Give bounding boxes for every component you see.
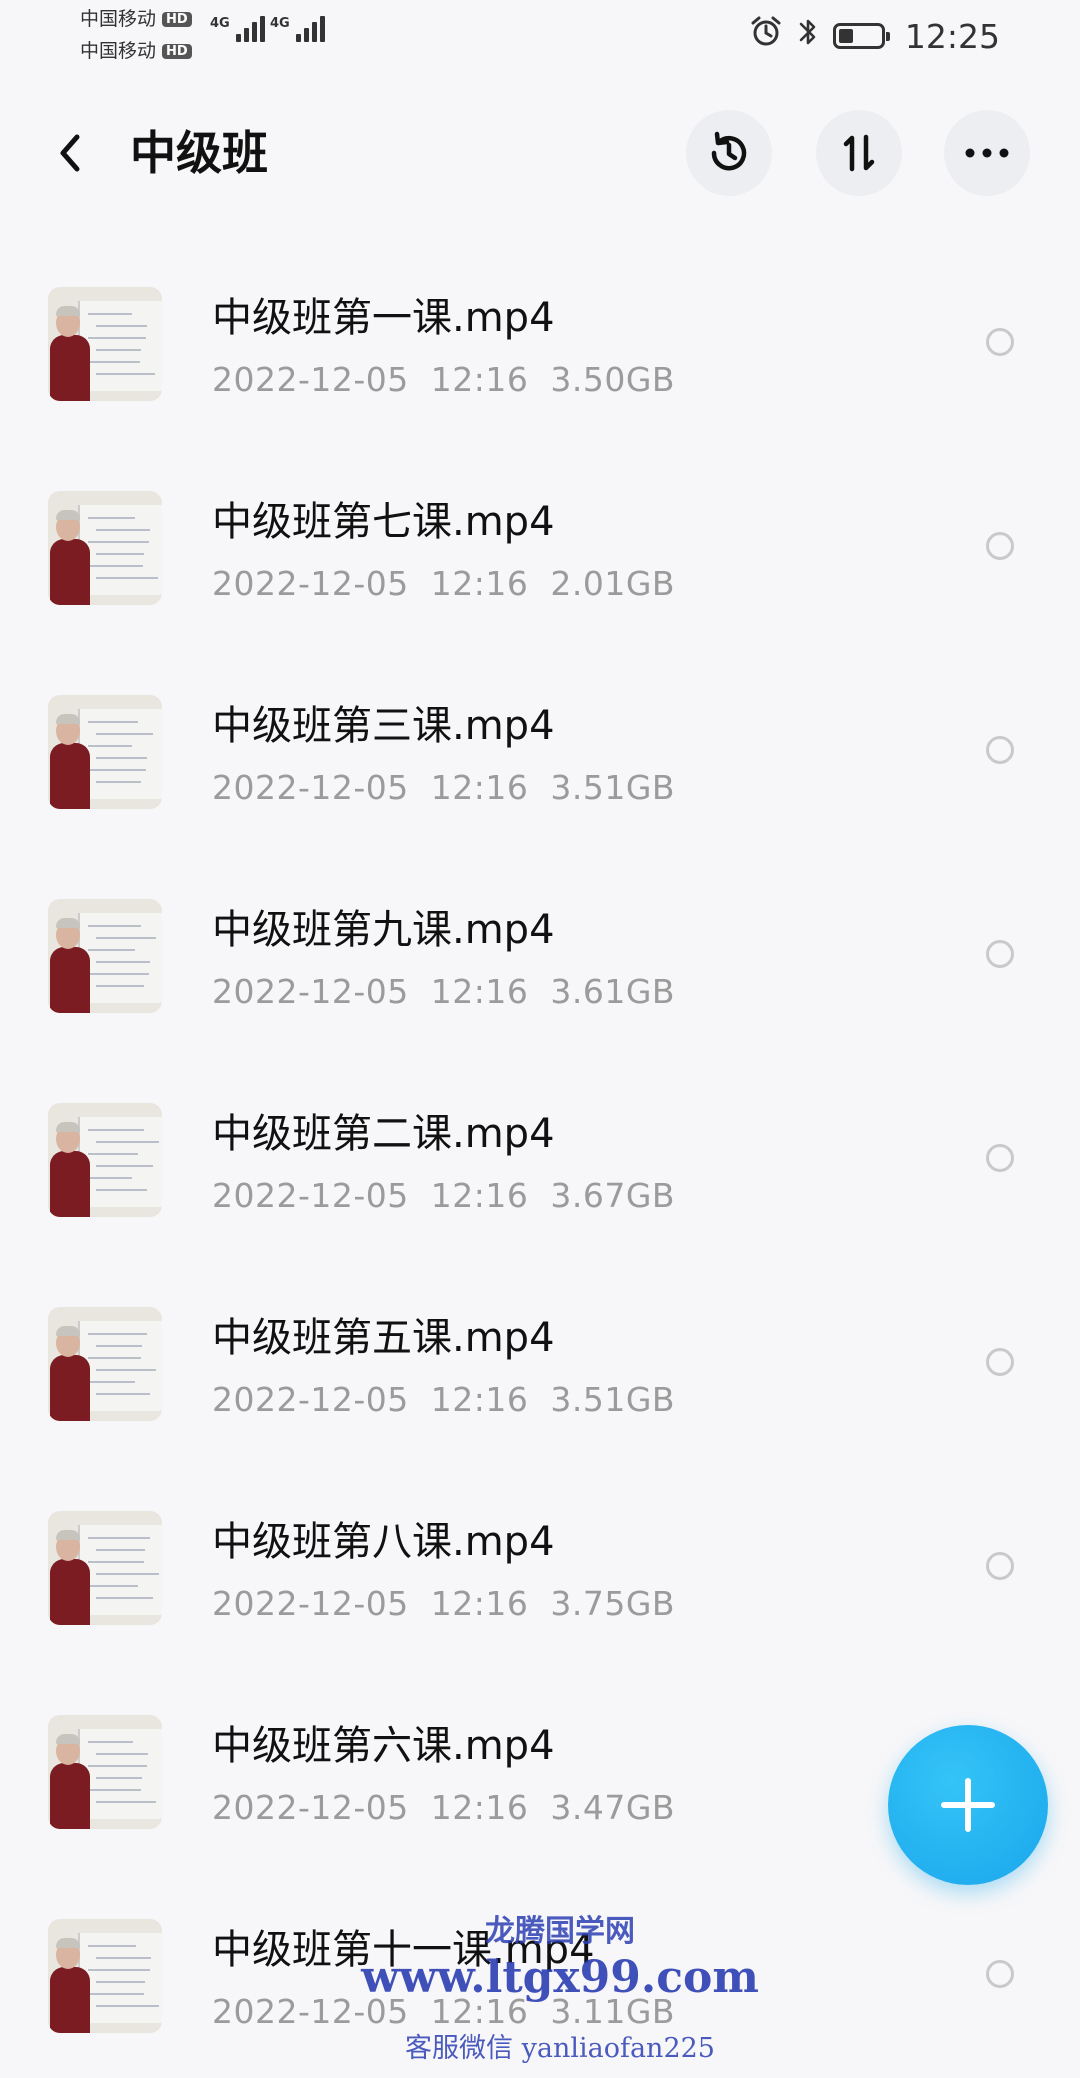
file-date: 2022-12-05 (212, 768, 409, 807)
video-thumbnail (48, 1919, 162, 2033)
file-row[interactable]: 中级班第五课.mp4 2022-12-05 12:16 3.51GB (0, 1262, 1080, 1466)
file-meta: 2022-12-05 12:16 3.75GB (212, 1582, 675, 1626)
file-meta: 2022-12-05 12:16 3.47GB (212, 1786, 675, 1830)
app-header: 中级班 (0, 100, 1080, 210)
file-meta: 2022-12-05 12:16 3.67GB (212, 1174, 675, 1218)
file-name: 中级班第三课.mp4 (212, 703, 555, 749)
clock: 12:25 (904, 16, 1000, 56)
file-time: 12:16 (430, 1584, 529, 1623)
file-name: 中级班第五课.mp4 (212, 1315, 555, 1361)
page-title: 中级班 (130, 126, 268, 180)
file-name: 中级班第八课.mp4 (212, 1519, 555, 1565)
file-meta: 2022-12-05 12:16 3.61GB (212, 970, 675, 1014)
file-time: 12:16 (430, 1992, 529, 2031)
carrier-1-label: 中国移动 (80, 8, 157, 30)
file-time: 12:16 (430, 768, 529, 807)
file-time: 12:16 (430, 1788, 529, 1827)
hd-badge-1: HD (162, 12, 192, 27)
file-size: 3.51GB (550, 768, 676, 807)
file-row[interactable]: 中级班第三课.mp4 2022-12-05 12:16 3.51GB (0, 650, 1080, 854)
file-row[interactable]: 中级班第十一课.mp4 2022-12-05 12:16 3.11GB (0, 1874, 1080, 2078)
signal-2-icon: 4G (270, 16, 325, 42)
history-button[interactable] (686, 110, 772, 196)
carrier-2: 中国移动 HD (80, 42, 192, 61)
file-name: 中级班第九课.mp4 (212, 907, 555, 953)
file-size: 3.61GB (550, 972, 676, 1011)
file-name: 中级班第二课.mp4 (212, 1111, 555, 1157)
file-meta: 2022-12-05 12:16 3.51GB (212, 766, 675, 810)
bluetooth-icon (797, 15, 819, 57)
history-icon (711, 131, 747, 171)
sort-button[interactable] (816, 110, 902, 196)
file-size: 3.51GB (550, 1380, 676, 1419)
sort-icon (843, 134, 875, 172)
file-size: 3.75GB (550, 1584, 676, 1623)
video-thumbnail (48, 1715, 162, 1829)
network-type-2: 4G (270, 16, 290, 31)
video-thumbnail (48, 491, 162, 605)
add-button[interactable] (888, 1725, 1048, 1885)
more-button[interactable] (944, 110, 1030, 196)
alarm-icon (749, 15, 783, 57)
file-time: 12:16 (430, 360, 529, 399)
file-size: 3.67GB (550, 1176, 676, 1215)
video-thumbnail (48, 695, 162, 809)
file-time: 12:16 (430, 564, 529, 603)
file-date: 2022-12-05 (212, 1380, 409, 1419)
file-time: 12:16 (430, 1176, 529, 1215)
file-meta: 2022-12-05 12:16 2.01GB (212, 562, 675, 606)
file-size: 2.01GB (550, 564, 676, 603)
chevron-left-icon (60, 134, 80, 172)
file-size: 3.50GB (550, 360, 676, 399)
status-bar: 中国移动 HD 中国移动 HD 4G 4G 12:25 (0, 0, 1080, 70)
file-meta: 2022-12-05 12:16 3.11GB (212, 1990, 675, 2034)
file-time: 12:16 (430, 972, 529, 1011)
video-thumbnail (48, 1103, 162, 1217)
video-thumbnail (48, 899, 162, 1013)
file-row[interactable]: 中级班第七课.mp4 2022-12-05 12:16 2.01GB (0, 446, 1080, 650)
file-row[interactable]: 中级班第二课.mp4 2022-12-05 12:16 3.67GB (0, 1058, 1080, 1262)
select-checkbox[interactable] (986, 1144, 1014, 1172)
select-checkbox[interactable] (986, 328, 1014, 356)
file-row[interactable]: 中级班第九课.mp4 2022-12-05 12:16 3.61GB (0, 854, 1080, 1058)
file-date: 2022-12-05 (212, 1788, 409, 1827)
video-thumbnail (48, 1511, 162, 1625)
file-meta: 2022-12-05 12:16 3.51GB (212, 1378, 675, 1422)
file-date: 2022-12-05 (212, 564, 409, 603)
file-row[interactable]: 中级班第一课.mp4 2022-12-05 12:16 3.50GB (0, 242, 1080, 446)
select-checkbox[interactable] (986, 736, 1014, 764)
file-date: 2022-12-05 (212, 360, 409, 399)
file-row[interactable]: 中级班第八课.mp4 2022-12-05 12:16 3.75GB (0, 1466, 1080, 1670)
file-size: 3.47GB (550, 1788, 676, 1827)
select-checkbox[interactable] (986, 1552, 1014, 1580)
network-type-1: 4G (210, 16, 230, 31)
back-button[interactable] (38, 120, 104, 186)
file-name: 中级班第十一课.mp4 (212, 1927, 595, 1973)
signal-1-icon: 4G (210, 16, 265, 42)
battery-fill (838, 29, 853, 43)
plus-icon (941, 1778, 995, 1832)
select-checkbox[interactable] (986, 940, 1014, 968)
file-name: 中级班第一课.mp4 (212, 295, 555, 341)
file-date: 2022-12-05 (212, 972, 409, 1011)
file-size: 3.11GB (550, 1992, 676, 2031)
file-time: 12:16 (430, 1380, 529, 1419)
select-checkbox[interactable] (986, 532, 1014, 560)
carrier-2-label: 中国移动 (80, 40, 157, 62)
status-right: 12:25 (749, 14, 1000, 58)
battery-icon (832, 23, 890, 49)
more-horizontal-icon (965, 148, 1009, 158)
carrier-1: 中国移动 HD (80, 10, 192, 29)
video-thumbnail (48, 287, 162, 401)
select-checkbox[interactable] (986, 1960, 1014, 1988)
file-meta: 2022-12-05 12:16 3.50GB (212, 358, 675, 402)
file-date: 2022-12-05 (212, 1176, 409, 1215)
file-name: 中级班第七课.mp4 (212, 499, 555, 545)
file-date: 2022-12-05 (212, 1992, 409, 2031)
video-thumbnail (48, 1307, 162, 1421)
file-date: 2022-12-05 (212, 1584, 409, 1623)
select-checkbox[interactable] (986, 1348, 1014, 1376)
file-name: 中级班第六课.mp4 (212, 1723, 555, 1769)
hd-badge-2: HD (162, 44, 192, 59)
